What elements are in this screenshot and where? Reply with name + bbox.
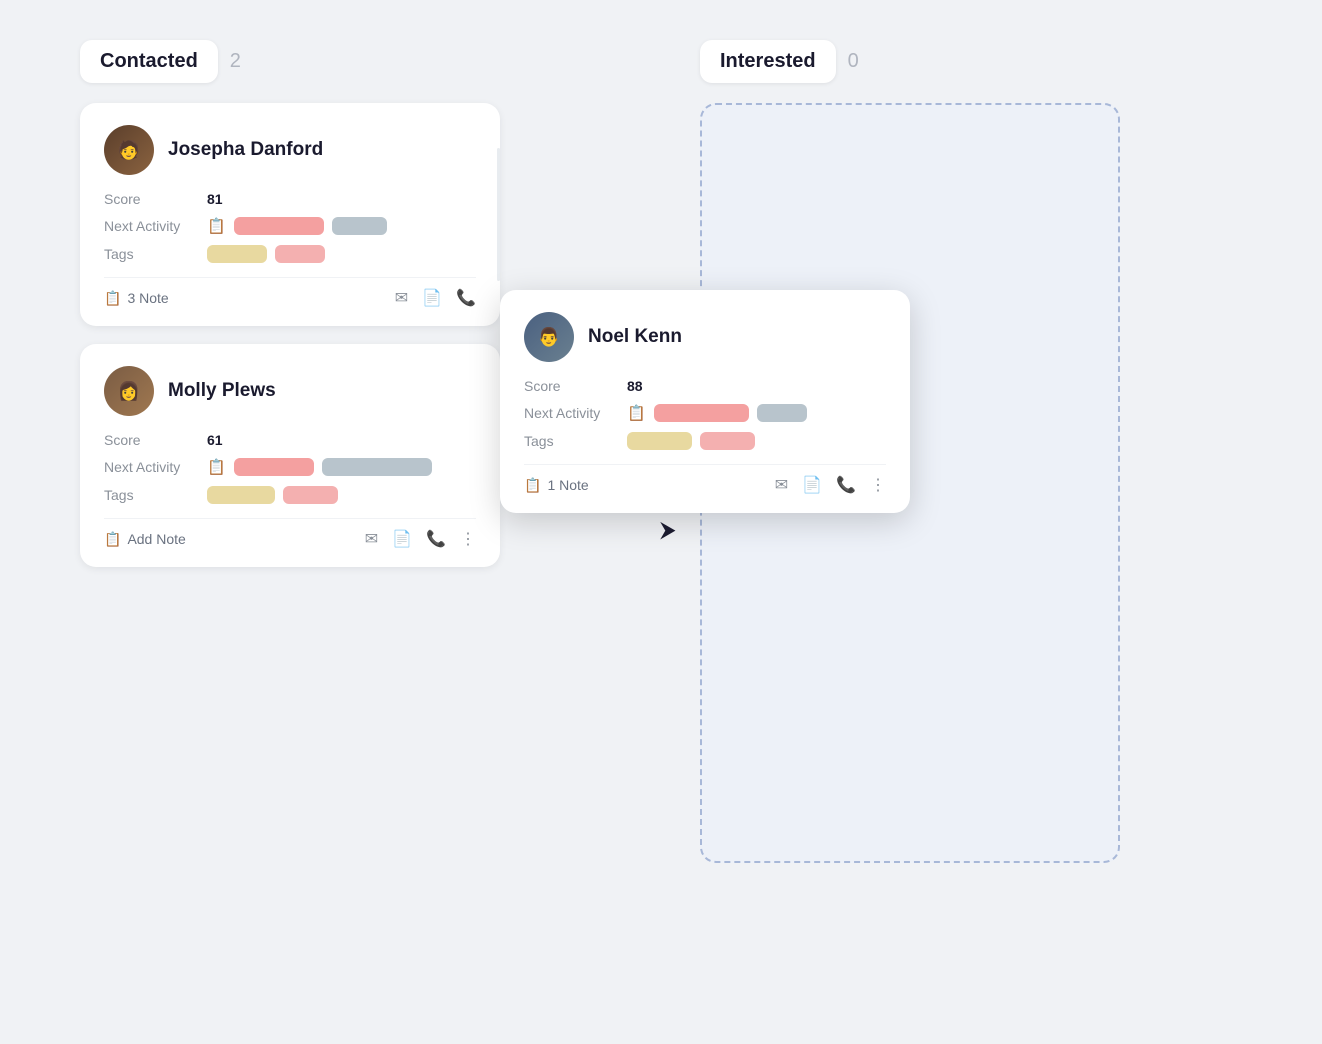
noel-activity-icon: 📋 — [627, 404, 646, 422]
molly-note[interactable]: 📋 Add Note — [104, 531, 186, 548]
molly-name: Molly Plews — [168, 380, 276, 402]
josepha-note-icon: 📋 — [104, 290, 121, 307]
molly-score-label: Score — [104, 432, 199, 448]
josepha-phone-icon[interactable]: 📞 — [456, 288, 476, 308]
interested-header: Interested 0 — [700, 40, 1120, 83]
card-josepha: 🧑 Josepha Danford Score 81 Next Activity… — [80, 103, 500, 326]
noel-mail-icon[interactable]: ✉ — [775, 475, 788, 495]
molly-score-value: 61 — [207, 432, 223, 448]
noel-doc-icon[interactable]: 📄 — [802, 475, 822, 495]
molly-mail-icon[interactable]: ✉ — [365, 529, 378, 549]
josepha-note-text: 3 Note — [127, 290, 168, 306]
josepha-activity-label: Next Activity — [104, 218, 199, 234]
josepha-tags-label: Tags — [104, 246, 199, 262]
contacted-header: Contacted 2 — [80, 40, 500, 83]
molly-more-icon[interactable]: ⋮ — [460, 529, 476, 549]
josepha-divider — [497, 148, 500, 282]
noel-activity-pill-2 — [757, 404, 807, 422]
molly-footer: 📋 Add Note ✉ 📄 📞 ⋮ — [104, 518, 476, 549]
interested-count: 0 — [848, 50, 859, 73]
molly-phone-icon[interactable]: 📞 — [426, 529, 446, 549]
josepha-avatar: 🧑 — [104, 125, 154, 175]
noel-actions: ✉ 📄 📞 ⋮ — [775, 475, 886, 495]
noel-tag-2 — [700, 432, 755, 450]
molly-doc-icon[interactable]: 📄 — [392, 529, 412, 549]
josepha-tags-row: Tags — [104, 245, 476, 263]
noel-activity-label: Next Activity — [524, 405, 619, 421]
noel-tag-1 — [627, 432, 692, 450]
josepha-name: Josepha Danford — [168, 139, 323, 161]
josepha-score-value: 81 — [207, 191, 223, 207]
josepha-doc-icon[interactable]: 📄 — [422, 288, 442, 308]
contacted-title: Contacted — [80, 40, 218, 83]
noel-note[interactable]: 📋 1 Note — [524, 477, 589, 494]
josepha-mail-icon[interactable]: ✉ — [395, 288, 408, 308]
molly-activity-row: Next Activity 📋 — [104, 458, 476, 476]
josepha-activity-icon: 📋 — [207, 217, 226, 235]
card-noel: 👨 Noel Kenn Score 88 Next Activity 📋 Tag… — [500, 290, 910, 513]
josepha-activity-pill-2 — [332, 217, 387, 235]
josepha-note[interactable]: 📋 3 Note — [104, 290, 169, 307]
noel-name: Noel Kenn — [588, 326, 682, 348]
noel-score-label: Score — [524, 378, 619, 394]
noel-score-row: Score 88 — [524, 378, 886, 394]
molly-note-icon: 📋 — [104, 531, 121, 548]
josepha-footer: 📋 3 Note ✉ 📄 📞 — [104, 277, 476, 308]
noel-note-text: 1 Note — [547, 477, 588, 493]
molly-avatar: 👩 — [104, 366, 154, 416]
noel-activity-row: Next Activity 📋 — [524, 404, 886, 422]
molly-actions: ✉ 📄 📞 ⋮ — [365, 529, 476, 549]
josepha-tag-2 — [275, 245, 325, 263]
molly-note-text: Add Note — [127, 531, 185, 547]
noel-avatar: 👨 — [524, 312, 574, 362]
noel-tags-row: Tags — [524, 432, 886, 450]
molly-header: 👩 Molly Plews — [104, 366, 476, 416]
josepha-activity-row: Next Activity 📋 — [104, 217, 476, 235]
interested-title: Interested — [700, 40, 836, 83]
molly-tags-row: Tags — [104, 486, 476, 504]
noel-footer: 📋 1 Note ✉ 📄 📞 ⋮ — [524, 464, 886, 495]
card-molly: 👩 Molly Plews Score 61 Next Activity 📋 T… — [80, 344, 500, 567]
contacted-count: 2 — [230, 50, 241, 73]
josepha-score-row: Score 81 — [104, 191, 476, 207]
noel-activity-pill-1 — [654, 404, 749, 422]
josepha-activity-pill-1 — [234, 217, 324, 235]
molly-activity-pill-2 — [322, 458, 432, 476]
molly-activity-icon: 📋 — [207, 458, 226, 476]
josepha-actions: ✉ 📄 📞 — [395, 288, 476, 308]
molly-tag-2 — [283, 486, 338, 504]
contacted-column: Contacted 2 🧑 Josepha Danford Score 81 N… — [80, 40, 500, 863]
noel-tags-label: Tags — [524, 433, 619, 449]
molly-activity-label: Next Activity — [104, 459, 199, 475]
molly-tags-label: Tags — [104, 487, 199, 503]
josepha-header: 🧑 Josepha Danford — [104, 125, 476, 175]
noel-more-icon[interactable]: ⋮ — [870, 475, 886, 495]
molly-activity-pill-1 — [234, 458, 314, 476]
noel-header: 👨 Noel Kenn — [524, 312, 886, 362]
josepha-score-label: Score — [104, 191, 199, 207]
noel-score-value: 88 — [627, 378, 643, 394]
molly-score-row: Score 61 — [104, 432, 476, 448]
noel-phone-icon[interactable]: 📞 — [836, 475, 856, 495]
noel-note-icon: 📋 — [524, 477, 541, 494]
josepha-tag-1 — [207, 245, 267, 263]
molly-tag-1 — [207, 486, 275, 504]
